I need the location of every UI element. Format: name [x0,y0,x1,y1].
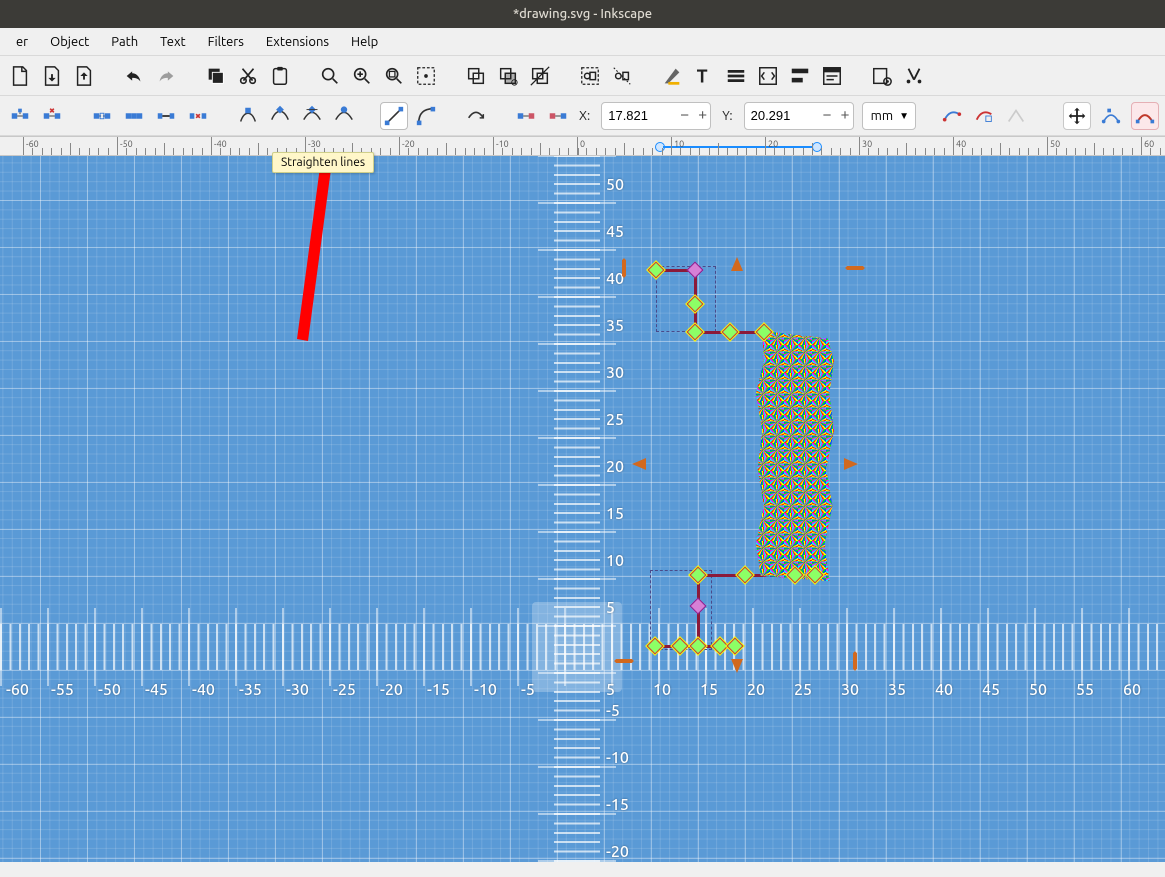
break-node-icon[interactable] [88,102,116,130]
group-icon[interactable] [576,62,604,90]
zoom-center-icon[interactable] [412,62,440,90]
redo-icon[interactable] [152,62,180,90]
node-cusp-icon[interactable] [234,102,262,130]
delete-node-icon[interactable] [38,102,66,130]
unit-select[interactable]: mm ▼ [862,102,916,130]
tool-options-bar: X: −+ Y: −+ mm ▼ [0,96,1165,136]
make-line-icon[interactable] [380,102,408,130]
text-tool-icon[interactable]: T [690,62,718,90]
make-curve-icon[interactable] [412,102,440,130]
menu-text[interactable]: Text [150,31,195,53]
y-coord-input[interactable] [745,108,817,123]
duplicate-icon[interactable] [462,62,490,90]
node-auto-icon[interactable] [330,102,358,130]
new-doc-icon[interactable] [6,62,34,90]
zoom-selection-icon[interactable] [316,62,344,90]
cut-icon[interactable] [234,62,262,90]
x-coord-input[interactable] [602,108,674,123]
save-doc-icon[interactable] [70,62,98,90]
y-plus[interactable]: + [835,103,853,129]
node-smooth-icon[interactable] [266,102,294,130]
open-doc-icon[interactable] [38,62,66,90]
axis-major-v [538,156,616,862]
show-outline-icon[interactable] [1131,102,1159,130]
annotation-arrow [273,156,353,361]
menu-extensions[interactable]: Extensions [256,31,339,53]
align-distribute-icon[interactable] [786,62,814,90]
y-coord-field[interactable]: −+ [744,102,854,130]
delete-segment-icon[interactable] [184,102,212,130]
x-plus[interactable]: + [692,103,710,129]
copy-icon[interactable] [202,62,230,90]
undo-icon[interactable] [120,62,148,90]
tooltip-straighten-lines: Straighten lines [272,152,374,173]
menu-object[interactable]: Object [40,31,99,53]
canvas[interactable]: -60-55-50-45-40-35-30-25-20-15-10-551015… [0,156,1165,862]
scale-arrow-e[interactable] [844,458,858,470]
chevron-down-icon: ▼ [899,110,909,122]
show-handles-icon[interactable] [1097,102,1125,130]
scale-arrow-w[interactable] [632,458,646,470]
fractal-object[interactable] [756,331,834,581]
ungroup-icon[interactable] [608,62,636,90]
menu-help[interactable]: Help [341,31,388,53]
x-coord-field[interactable]: −+ [601,102,711,130]
edit-clip-icon[interactable] [938,102,966,130]
xml-editor-icon[interactable] [754,62,782,90]
zoom-drawing-icon[interactable] [348,62,376,90]
x-coord-label: X: [576,109,593,123]
y-minus[interactable]: − [817,103,835,129]
x-minus[interactable]: − [674,103,692,129]
unit-value: mm [871,109,893,123]
clone-icon[interactable] [494,62,522,90]
preferences-icon[interactable] [868,62,896,90]
object-to-path-icon[interactable] [462,102,490,130]
y-coord-label: Y: [719,109,735,123]
next-path-effect-icon[interactable] [1002,102,1030,130]
join-segment-icon[interactable] [152,102,180,130]
scale-arrow-s[interactable] [731,659,743,673]
scale-arrow-n[interactable] [731,257,743,271]
bbox-upper [656,266,716,332]
fill-stroke-icon[interactable] [658,62,686,90]
node-symmetric-icon[interactable] [298,102,326,130]
selectors-icon[interactable] [818,62,846,90]
document-properties-icon[interactable] [900,62,928,90]
paste-icon[interactable] [266,62,294,90]
main-toolbar: T [0,56,1165,96]
menu-path[interactable]: Path [101,31,148,53]
svg-text:T: T [697,66,708,86]
ruler-horizontal[interactable]: -60-50-40-30-20-100102030405060 [0,136,1165,156]
insert-node-icon[interactable] [6,102,34,130]
zoom-page-icon[interactable] [380,62,408,90]
unlink-clone-icon[interactable] [526,62,554,90]
layers-icon[interactable] [722,62,750,90]
menu-filters[interactable]: Filters [198,31,254,53]
convert-smooth-icon[interactable] [544,102,572,130]
edit-mask-icon[interactable] [970,102,998,130]
menu-layer[interactable]: er [6,31,38,53]
window-titlebar: *drawing.svg - Inkscape [0,0,1165,28]
show-transform-handles-icon[interactable] [1063,102,1091,130]
menu-bar: er Object Path Text Filters Extensions H… [0,28,1165,56]
convert-corner-icon[interactable] [512,102,540,130]
join-node-icon[interactable] [120,102,148,130]
